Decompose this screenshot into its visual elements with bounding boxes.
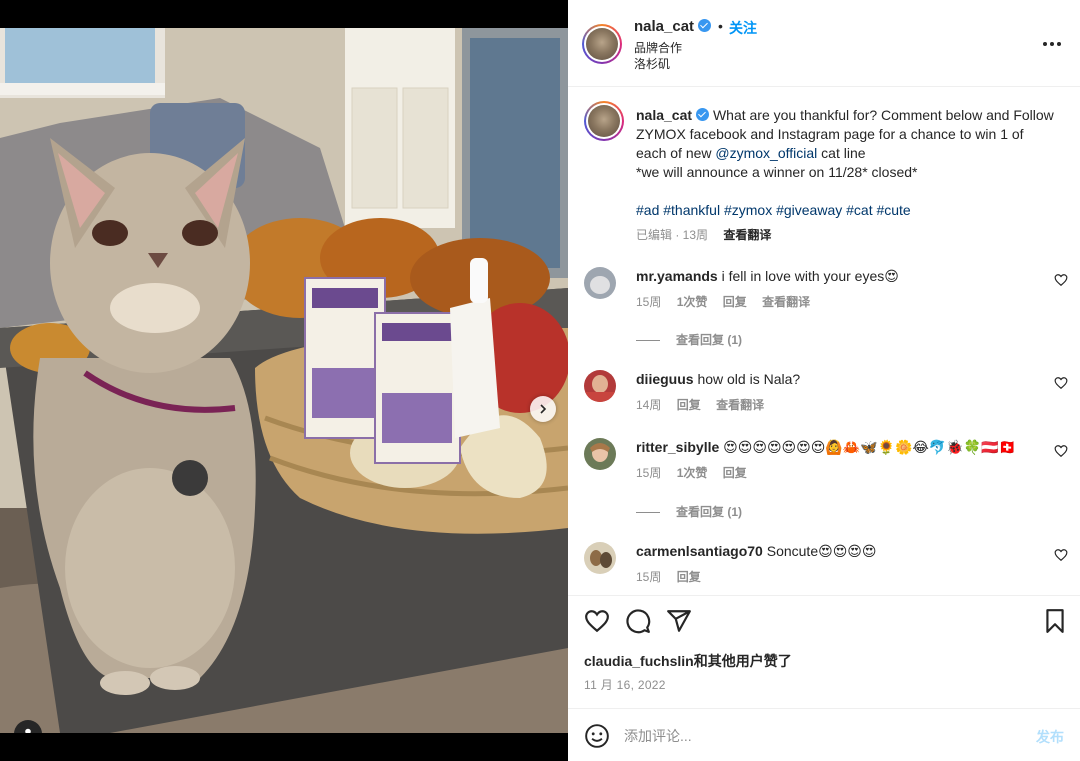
header-username[interactable]: nala_cat (634, 18, 694, 35)
more-dot-icon (1043, 42, 1047, 46)
comment-avatar[interactable] (584, 267, 616, 299)
comment-avatar-image (584, 542, 616, 574)
more-dot-icon (1050, 42, 1054, 46)
caption-meta: 已编辑 · 13周 查看翻译 (636, 226, 783, 243)
caption-text: nala_cat What are you thankful for? Comm… (636, 106, 1056, 220)
comment-meta: 15周 1次赞 回复 (636, 464, 759, 481)
carousel-next-button[interactable] (530, 396, 556, 422)
avatar (586, 28, 618, 60)
view-replies-label: 查看回复 (1) (676, 333, 743, 347)
more-options-button[interactable] (1042, 34, 1062, 54)
comment-reply-button[interactable]: 回复 (677, 570, 701, 584)
caption-hashtags[interactable]: #ad #thankful #zymox #giveaway #cat #cut… (636, 202, 911, 218)
caption-mention-link[interactable]: @zymox_official (715, 145, 817, 161)
caption-body-3: *we will announce a winner on 11/28* clo… (636, 164, 918, 180)
comment-body: how old is Nala? (697, 371, 801, 387)
caption-edited-time: 已编辑 · 13周 (636, 228, 709, 242)
comment-text: diieguus how old is Nala? (636, 370, 1036, 388)
comment-avatar-image (584, 438, 616, 470)
heart-icon[interactable] (1054, 444, 1068, 458)
comment-avatar[interactable] (584, 438, 616, 470)
avatar (588, 105, 620, 137)
header-separator: • (718, 18, 723, 34)
replies-divider (636, 340, 660, 342)
post-image-illustration (0, 28, 568, 733)
comment-age[interactable]: 15周 (636, 466, 661, 480)
comment-meta: 15周 1次赞 回复 查看翻译 (636, 293, 822, 310)
comment-username[interactable]: carmenlsantiago70 (636, 543, 763, 559)
caption-body-2: cat line (817, 145, 866, 161)
caption-avatar[interactable] (584, 101, 624, 141)
comment-username[interactable]: ritter_sibylle (636, 439, 719, 455)
chevron-right-icon (540, 404, 547, 414)
header-username-row[interactable]: nala_cat (634, 18, 712, 35)
post-photo-area (0, 0, 568, 761)
comment-meta: 14周 回复 查看翻译 (636, 396, 776, 413)
follow-button[interactable]: 关注 (729, 18, 757, 38)
emoji-smiley-icon[interactable] (584, 723, 610, 749)
post-image[interactable] (0, 28, 568, 733)
comment-avatar-image (584, 370, 616, 402)
heart-icon[interactable] (1054, 376, 1068, 390)
more-dot-icon (1057, 42, 1061, 46)
comment-likes[interactable]: 1次赞 (677, 295, 708, 309)
comment-likes[interactable]: 1次赞 (677, 466, 708, 480)
comment-text: mr.yamands i fell in love with your eyes… (636, 267, 1036, 285)
comment-body: Soncute😍😍😍😍 (766, 543, 877, 559)
verified-badge-icon (696, 108, 710, 121)
post-header: nala_cat • 关注 品牌合作 洛杉矶 (568, 0, 1080, 87)
comment-age[interactable]: 15周 (636, 295, 661, 309)
comment-input[interactable] (624, 723, 1004, 749)
replies-divider (636, 512, 660, 514)
comment-avatar-image (584, 267, 616, 299)
heart-icon[interactable] (1054, 273, 1068, 287)
likes-summary[interactable]: claudia_fuchslin和其他用户赞了 (584, 651, 792, 671)
comment-translate-button[interactable]: 查看翻译 (716, 398, 764, 412)
bookmark-icon[interactable] (1042, 608, 1068, 634)
comment-reply-button[interactable]: 回复 (723, 295, 747, 309)
header-subtitle[interactable]: 品牌合作 (634, 39, 682, 56)
post-date[interactable]: 11 月 16, 2022 (584, 676, 666, 693)
comment-avatar[interactable] (584, 370, 616, 402)
header-location[interactable]: 洛杉矶 (634, 55, 670, 72)
comment-meta: 15周 回复 (636, 568, 713, 585)
comment-age[interactable]: 15周 (636, 570, 661, 584)
post-comment-button[interactable]: 发布 (1036, 727, 1064, 747)
comment-composer: 发布 (568, 708, 1080, 761)
comment-translate-button[interactable]: 查看翻译 (762, 295, 810, 309)
view-replies-label: 查看回复 (1) (676, 505, 743, 519)
person-icon (25, 728, 31, 733)
comment-reply-button[interactable]: 回复 (677, 398, 701, 412)
comment-age[interactable]: 14周 (636, 398, 661, 412)
share-paper-plane-icon[interactable] (666, 608, 692, 634)
header-avatar[interactable] (582, 24, 622, 64)
view-replies-button[interactable]: 查看回复 (1) (636, 503, 742, 520)
comment-avatar[interactable] (584, 542, 616, 574)
verified-badge-icon (698, 19, 712, 32)
comment-text: carmenlsantiago70 Soncute😍😍😍😍 (636, 542, 1036, 560)
comment-body: i fell in love with your eyes😍 (721, 268, 899, 284)
caption-username[interactable]: nala_cat (636, 107, 692, 123)
post-actions: claudia_fuchslin和其他用户赞了 11 月 16, 2022 发布 (568, 595, 1080, 761)
comment-username[interactable]: diieguus (636, 371, 694, 387)
post-side-panel: nala_cat • 关注 品牌合作 洛杉矶 nala_cat What are… (568, 0, 1080, 761)
comment-username[interactable]: mr.yamands (636, 268, 718, 284)
comment-body: 😍😍😍😍😍😍😍🙆🦀🦋🌻🌼😂🐬🐞🍀🇦🇹🇨🇭 (723, 439, 1016, 455)
comment-bubble-icon[interactable] (625, 608, 651, 634)
view-replies-button[interactable]: 查看回复 (1) (636, 331, 742, 348)
comment-text: ritter_sibylle 😍😍😍😍😍😍😍🙆🦀🦋🌻🌼😂🐬🐞🍀🇦🇹🇨🇭 (636, 438, 1036, 456)
heart-icon[interactable] (1054, 548, 1068, 562)
like-heart-icon[interactable] (584, 608, 610, 634)
caption-translate-button[interactable]: 查看翻译 (723, 228, 771, 242)
comment-reply-button[interactable]: 回复 (723, 466, 747, 480)
